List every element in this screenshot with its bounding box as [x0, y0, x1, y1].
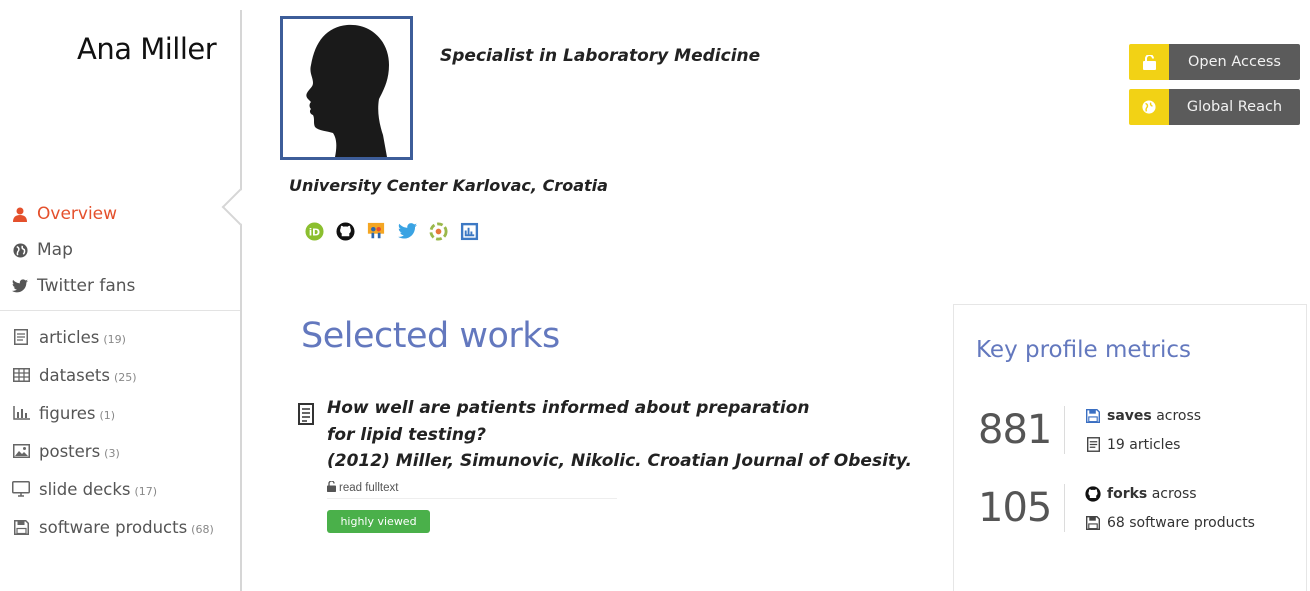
work-title-line-2: for lipid testing?	[327, 424, 486, 445]
bar-chart-icon	[12, 405, 30, 421]
selected-works-heading: Selected works	[301, 316, 560, 356]
read-fulltext-link[interactable]: read fulltext	[327, 480, 617, 499]
sidebar-item-label: Map	[37, 240, 73, 260]
badge-label: Open Access	[1169, 44, 1300, 80]
floppy-icon	[1085, 515, 1101, 531]
floppy-icon	[12, 519, 30, 535]
metric-label-rest: across	[1156, 407, 1202, 424]
figshare-icon[interactable]	[459, 221, 479, 241]
profile-photo	[280, 16, 413, 160]
item-count: (17)	[134, 484, 158, 498]
key-metrics-panel: Key profile metrics 881 saves across 19 …	[953, 304, 1307, 591]
sidebar-item-datasets[interactable]: datasets (25)	[12, 356, 214, 394]
metric-label-bold: saves	[1107, 407, 1152, 424]
open-lock-icon	[327, 480, 336, 495]
item-count: (25)	[113, 370, 137, 384]
twitter-icon	[12, 278, 28, 294]
profile-affiliation: University Center Karlovac, Croatia	[289, 176, 608, 195]
sidebar-item-figures[interactable]: figures (1)	[12, 394, 214, 432]
table-icon	[12, 367, 30, 383]
sidebar-item-twitter-fans[interactable]: Twitter fans	[12, 268, 135, 304]
sidebar-item-label: Twitter fans	[37, 276, 136, 296]
item-count: (3)	[104, 446, 120, 460]
sidebar-item-software-products[interactable]: software products (68)	[12, 508, 214, 546]
metrics-heading: Key profile metrics	[976, 337, 1192, 363]
globe-icon	[1129, 89, 1169, 125]
metric-source: 19 articles	[1107, 436, 1181, 453]
metric-value: 105	[978, 485, 1052, 531]
sidebar-item-posters[interactable]: posters (3)	[12, 432, 214, 470]
profile-title: Specialist in Laboratory Medicine	[440, 46, 761, 66]
work-title-line-1: How well are patients informed about pre…	[327, 398, 810, 418]
article-icon	[298, 403, 314, 425]
item-count: (68)	[191, 522, 214, 536]
svg-text:iD: iD	[308, 227, 319, 238]
metric-value: 881	[978, 407, 1052, 453]
metric-row-saves: 881 saves across 19 articles	[978, 401, 1201, 459]
image-icon	[12, 443, 30, 459]
orcid-icon[interactable]: iD	[304, 221, 324, 241]
user-icon	[12, 206, 28, 222]
sidebar-item-slide-decks[interactable]: slide decks (17)	[12, 470, 214, 508]
sidebar-item-map[interactable]: Map	[12, 232, 135, 268]
github-icon	[1085, 485, 1101, 502]
metric-source: 68 software products	[1107, 514, 1255, 531]
sidebar-item-label: software products	[39, 517, 188, 537]
zenodo-icon[interactable]	[428, 221, 448, 241]
sidebar-item-label: figures	[39, 403, 96, 423]
product-list: articles (19) datasets (25) figures (1) …	[12, 318, 214, 546]
highly-viewed-tag: highly viewed	[327, 510, 430, 533]
sidebar-item-label: posters	[39, 441, 101, 461]
open-access-badge[interactable]: Open Access	[1129, 44, 1300, 80]
metric-label-rest: across	[1151, 485, 1197, 502]
article-icon	[1085, 437, 1101, 453]
sidebar-divider	[240, 10, 242, 591]
article-icon	[12, 329, 30, 345]
sidebar-item-label: slide decks	[39, 479, 131, 499]
sidebar-item-articles[interactable]: articles (19)	[12, 318, 214, 356]
sidebar-item-label: datasets	[39, 365, 110, 385]
github-icon[interactable]	[335, 221, 355, 241]
read-fulltext-label: read fulltext	[339, 482, 399, 494]
sidebar-item-overview[interactable]: Overview	[12, 196, 135, 232]
profile-name: Ana Miller	[77, 32, 217, 66]
save-icon	[1085, 408, 1101, 424]
badge-label: Global Reach	[1169, 89, 1300, 125]
twitter-icon[interactable]	[397, 221, 417, 241]
sidebar-separator	[0, 310, 240, 311]
sidebar: Ana Miller Overview Map Twitter fans art…	[0, 0, 241, 591]
globe-icon	[12, 242, 28, 258]
slideshare-icon[interactable]	[366, 221, 386, 241]
social-links: iD	[304, 221, 479, 241]
metric-row-forks: 105 forks across 68 software products	[978, 479, 1255, 537]
work-citation[interactable]: How well are patients informed about pre…	[327, 395, 912, 475]
item-count: (19)	[103, 332, 126, 346]
metric-label-bold: forks	[1107, 485, 1148, 502]
global-reach-badge[interactable]: Global Reach	[1129, 89, 1300, 125]
work-reference: (2012) Miller, Simunovic, Nikolic. Croat…	[327, 451, 912, 471]
sidebar-nav: Overview Map Twitter fans	[12, 196, 135, 304]
monitor-icon	[12, 481, 30, 497]
head-silhouette-icon	[306, 24, 389, 157]
metric-divider	[1064, 406, 1065, 454]
open-lock-icon	[1129, 44, 1169, 80]
metric-divider	[1064, 484, 1065, 532]
sidebar-item-label: articles	[39, 327, 100, 347]
item-count: (1)	[99, 408, 116, 422]
sidebar-item-label: Overview	[37, 204, 118, 224]
